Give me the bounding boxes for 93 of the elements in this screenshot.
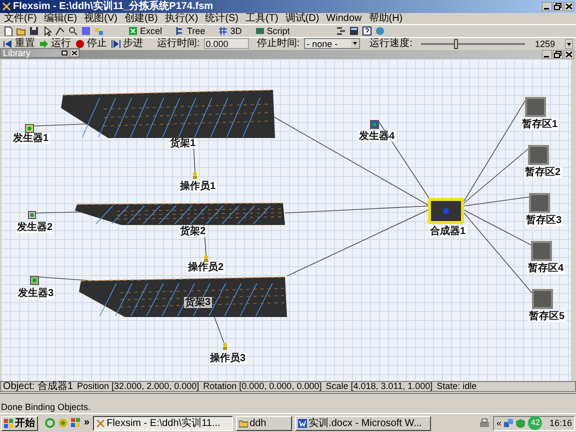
color-square-icon[interactable] (81, 26, 91, 36)
object-label: 发生器3 (17, 288, 55, 299)
toolbar-button[interactable]: 3D (215, 25, 245, 37)
more-chevron[interactable]: » (84, 417, 90, 429)
close-button[interactable] (564, 2, 574, 11)
start-button[interactable]: 开始 (1, 416, 38, 430)
stop-icon (75, 38, 85, 48)
object-label: 货架3 (184, 297, 212, 308)
spreadsheet-icon (128, 26, 138, 36)
object-label: 暂存区2 (524, 167, 562, 178)
tiles-icon[interactable] (71, 418, 81, 428)
status-text: Done Binding Objects. (1, 402, 91, 412)
panel-title: Library (2, 48, 32, 58)
notification-badge: 42 (528, 416, 542, 430)
app-logo-icon (2, 2, 11, 11)
stop-time-dropdown[interactable]: - none - (304, 38, 360, 49)
object-label: 操作员1 (179, 181, 217, 192)
object-label: 发生器2 (16, 222, 54, 233)
object-info-text: Rotation [0.000, 0.000, 0.000] (203, 381, 322, 392)
run-arrow-icon (39, 38, 49, 48)
clock-text: 16:16 (549, 417, 572, 429)
object-label: 合成器1 (429, 226, 467, 237)
close-button[interactable] (564, 50, 574, 59)
center-dot-icon (443, 208, 449, 214)
taskbar-button[interactable]: Flexsim - E:\ddh\实训11... (92, 416, 233, 430)
object-info-text: State: idle (436, 381, 477, 392)
object-label: 发生器4 (358, 131, 396, 142)
object-info-text: Position [32.000, 2.000, 0.000] (77, 381, 200, 392)
menu-item[interactable]: 工具(T) (246, 13, 278, 24)
folder-icon (238, 418, 248, 428)
object-label: 操作员3 (209, 353, 247, 364)
object-label: 发生器1 (12, 133, 50, 144)
speed-slider-thumb[interactable] (454, 38, 458, 48)
object-label: 暂存区4 (527, 263, 565, 274)
network-icon[interactable] (504, 418, 514, 428)
dropdown-arrow-icon[interactable] (565, 38, 574, 48)
help-icon[interactable] (362, 26, 372, 36)
tray-chevron[interactable]: « (496, 417, 502, 429)
menu-item[interactable]: 视图(V) (84, 13, 118, 24)
document-w-icon (298, 418, 307, 428)
restore-button[interactable] (553, 2, 563, 11)
object-info-text: Scale [4.018, 3.011, 1.000] (326, 381, 433, 392)
script-icon (254, 26, 265, 36)
field-label: 停止时间: (256, 38, 300, 50)
connect-icon[interactable] (55, 26, 65, 36)
open-folder-icon[interactable] (16, 26, 26, 36)
menu-item[interactable]: Window (326, 13, 362, 24)
printer-icon[interactable] (479, 418, 490, 428)
step-icon (111, 38, 121, 48)
new-file-icon[interactable] (3, 26, 13, 36)
calculator-icon[interactable] (348, 26, 359, 36)
run-control-button[interactable]: 步进 (111, 38, 143, 50)
object-label: 操作员2 (187, 262, 225, 273)
field-label: 运行时间: (157, 38, 200, 50)
menu-item[interactable]: 执行(X) (164, 13, 198, 24)
menu-item[interactable]: 帮助(H) (368, 13, 403, 24)
toolbar-button[interactable]: Tree (172, 25, 208, 37)
object-label: 货架2 (179, 226, 207, 237)
menu-item[interactable]: 调试(D) (285, 13, 320, 24)
toolbar-button[interactable]: Script (252, 25, 293, 37)
object-label: 暂存区1 (521, 119, 559, 130)
restore-button[interactable] (553, 50, 563, 59)
layout-icon[interactable] (94, 26, 104, 36)
save-icon[interactable] (29, 26, 39, 36)
close-button[interactable] (70, 49, 79, 57)
object-label: 货架1 (169, 138, 197, 149)
menu-item[interactable]: 编辑(E) (44, 13, 78, 24)
app-logo-icon (96, 418, 105, 428)
object-info-text: Object: 合成器1 (3, 381, 74, 392)
run-control-button[interactable]: 停止 (75, 38, 107, 50)
minimize-button[interactable] (542, 2, 552, 11)
grid-icon (218, 26, 228, 36)
object-label: 暂存区3 (525, 215, 563, 226)
taskbar-button[interactable]: 实训.docx - Microsoft W... (294, 416, 431, 430)
flow-icon[interactable] (336, 26, 346, 36)
run-control-button[interactable]: 运行 (39, 38, 71, 50)
object-label: 暂存区5 (528, 311, 566, 322)
window-title: Flexsim - E:\ddh\实训11_分拣系统P174.fsm (13, 0, 214, 12)
field-label: 运行速度: (370, 38, 412, 50)
run-time-field[interactable]: 0.000 (204, 38, 249, 49)
windows-flag-icon (4, 418, 13, 428)
minimize-button[interactable] (542, 50, 552, 59)
toolbar-button[interactable]: Excel (125, 25, 166, 37)
taskbar-button[interactable]: ddh (236, 416, 292, 430)
menu-item[interactable]: 创建(B) (124, 13, 158, 24)
speed-value: 1259 (534, 38, 556, 50)
pointer-icon[interactable] (42, 26, 52, 36)
run-control-button[interactable]: 重置 (3, 38, 35, 50)
reset-icon (3, 38, 13, 48)
menu-item[interactable]: 文件(F) (4, 13, 37, 24)
restore-button[interactable] (60, 49, 69, 57)
dropdown-arrow-icon (350, 39, 359, 48)
menu-item[interactable]: 统计(S) (205, 13, 238, 24)
